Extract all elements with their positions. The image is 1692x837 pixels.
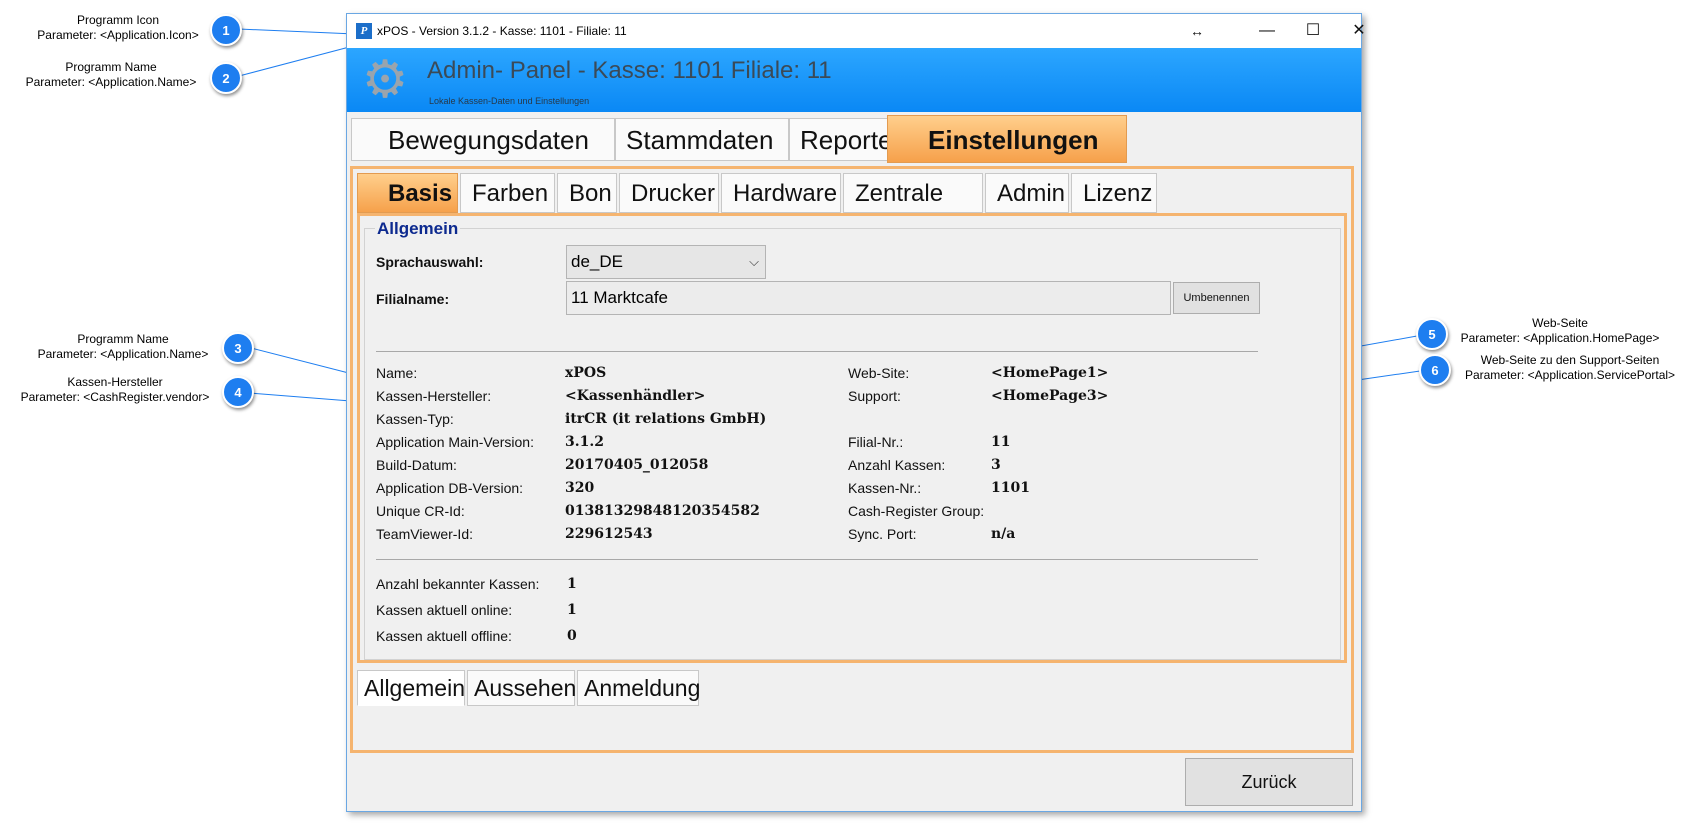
callout-label-5: Web-Seite Parameter: <Application.HomePag… [1460, 316, 1660, 345]
tab-bewegungsdaten[interactable]: Bewegungsdaten [351, 118, 615, 161]
info-label-db-version: Application DB-Version: [376, 480, 524, 496]
header-subtitle: Lokale Kassen-Daten und Einstellungen [429, 96, 590, 106]
info-label-teamviewer: TeamViewer-Id: [376, 526, 474, 542]
info-label-register-group: Cash-Register Group: [848, 503, 985, 519]
stat-label-known: Anzahl bekannter Kassen: [376, 576, 540, 592]
app-window: P xPOS - Version 3.1.2 - Kasse: 1101 - F… [346, 13, 1366, 812]
info-value-sync-port: n/a [991, 526, 1016, 542]
tab-einstellungen[interactable]: Einstellungen [887, 115, 1127, 163]
stat-label-offline: Kassen aktuell offline: [376, 628, 512, 644]
info-value-cr-id: 01381329848120354582 [565, 503, 760, 519]
stat-value-offline: 0 [567, 628, 577, 644]
info-label-main-version: Application Main-Version: [376, 434, 534, 450]
info-value-name: xPOS [565, 365, 607, 381]
callout-badge-3: 3 [222, 332, 254, 364]
info-value-support: <HomePage3> [991, 388, 1109, 404]
stat-label-online: Kassen aktuell online: [376, 602, 513, 618]
callout-label-3: Programm Name Parameter: <Application.Nam… [37, 332, 209, 361]
stat-value-known: 1 [567, 576, 577, 592]
info-value-website: <HomePage1> [991, 365, 1109, 381]
info-value-db-version: 320 [565, 480, 595, 496]
branch-label: Filialname: [376, 291, 450, 307]
xpos-app-icon: P [356, 23, 372, 39]
info-value-type: itrCR (it relations GmbH) [565, 411, 767, 427]
bottom-tab-allgemein[interactable]: Allgemein [357, 670, 465, 706]
callout-label-1: Programm Icon Parameter: <Application.Ico… [37, 13, 199, 42]
divider-bottom [376, 559, 1258, 560]
close-button[interactable]: ✕ [1337, 18, 1381, 44]
chevron-down-icon: ⌵ [749, 254, 759, 269]
info-label-branch-no: Filial-Nr.: [848, 434, 904, 450]
info-label-vendor: Kassen-Hersteller: [376, 388, 492, 404]
callout-badge-4: 4 [222, 376, 254, 408]
subtab-admin[interactable]: Admin [985, 173, 1069, 213]
settings-panel: Basis Farben Bon Drucker Hardware Zentra… [350, 166, 1354, 753]
callout-label-2: Programm Name Parameter: <Application.Nam… [25, 60, 197, 89]
header-title: Admin- Panel - Kasse: 1101 Filiale: 11 [427, 57, 832, 84]
divider-top [376, 351, 1258, 352]
subtab-bon[interactable]: Bon [557, 173, 617, 213]
callout-badge-2: 2 [210, 62, 242, 94]
info-value-branch-no: 11 [991, 434, 1011, 450]
maximize-button[interactable]: ☐ [1291, 18, 1335, 44]
tab-stammdaten[interactable]: Stammdaten [615, 118, 789, 161]
language-select-value: de_DE [571, 252, 623, 271]
callout-badge-6: 6 [1419, 354, 1451, 386]
info-label-cr-id: Unique CR-Id: [376, 503, 465, 519]
subtab-zentrale-db[interactable]: Zentrale DB [843, 173, 983, 247]
admin-panel-header: ⚙ Admin- Panel - Kasse: 1101 Filiale: 11… [347, 48, 1361, 112]
title-bar: P xPOS - Version 3.1.2 - Kasse: 1101 - F… [347, 14, 1366, 48]
branch-name-input[interactable]: 11 Marktcafe [566, 281, 1171, 315]
subtab-basis[interactable]: Basis [357, 173, 458, 213]
window-title: xPOS - Version 3.1.2 - Kasse: 1101 - Fil… [377, 24, 627, 38]
main-tab-bar: Bewegungsdaten Stammdaten Reporte Einste… [347, 115, 1361, 165]
info-label-website: Web-Site: [848, 365, 910, 381]
callout-badge-1: 1 [210, 14, 242, 46]
basis-content: Allgemein Sprachauswahl: de_DE ⌵ Filialn… [357, 213, 1347, 663]
minimize-button[interactable]: — [1245, 18, 1289, 44]
info-label-name: Name: [376, 365, 418, 381]
info-value-register-count: 3 [991, 457, 1001, 473]
resize-cursor-icon: ↔ [1190, 23, 1204, 39]
info-label-register-no: Kassen-Nr.: [848, 480, 922, 496]
callout-label-6: Web-Seite zu den Support-Seiten Parameter… [1464, 353, 1676, 382]
language-label: Sprachauswahl: [376, 254, 484, 270]
back-button[interactable]: Zurück [1185, 758, 1353, 806]
subtab-drucker[interactable]: Drucker [619, 173, 719, 213]
info-label-support: Support: [848, 388, 901, 404]
info-label-type: Kassen-Typ: [376, 411, 454, 427]
info-value-vendor: <Kassenhändler> [565, 388, 706, 404]
info-value-teamviewer: 229612543 [565, 526, 653, 542]
gear-icon: ⚙ [361, 51, 409, 109]
stat-value-online: 1 [567, 602, 577, 618]
subtab-lizenz[interactable]: Lizenz [1071, 173, 1157, 213]
allgemein-groupbox: Allgemein Sprachauswahl: de_DE ⌵ Filialn… [364, 219, 1341, 660]
language-select[interactable]: de_DE ⌵ [566, 245, 766, 279]
rename-button[interactable]: Umbenennen [1173, 282, 1260, 314]
info-value-main-version: 3.1.2 [565, 434, 604, 450]
info-label-register-count: Anzahl Kassen: [848, 457, 946, 473]
info-value-build-date: 20170405_012058 [565, 457, 709, 473]
info-value-register-no: 1101 [991, 480, 1030, 496]
info-label-build-date: Build-Datum: [376, 457, 457, 473]
subtab-hardware[interactable]: Hardware [721, 173, 841, 213]
bottom-tab-aussehen[interactable]: Aussehen [467, 670, 576, 706]
callout-badge-5: 5 [1416, 318, 1448, 350]
callout-label-4: Kassen-Hersteller Parameter: <CashRegiste… [20, 375, 210, 404]
info-label-sync-port: Sync. Port: [848, 526, 917, 542]
bottom-tab-anmeldung[interactable]: Anmeldung [577, 670, 700, 706]
subtab-farben[interactable]: Farben [460, 173, 555, 213]
group-title: Allgemein [375, 219, 461, 239]
